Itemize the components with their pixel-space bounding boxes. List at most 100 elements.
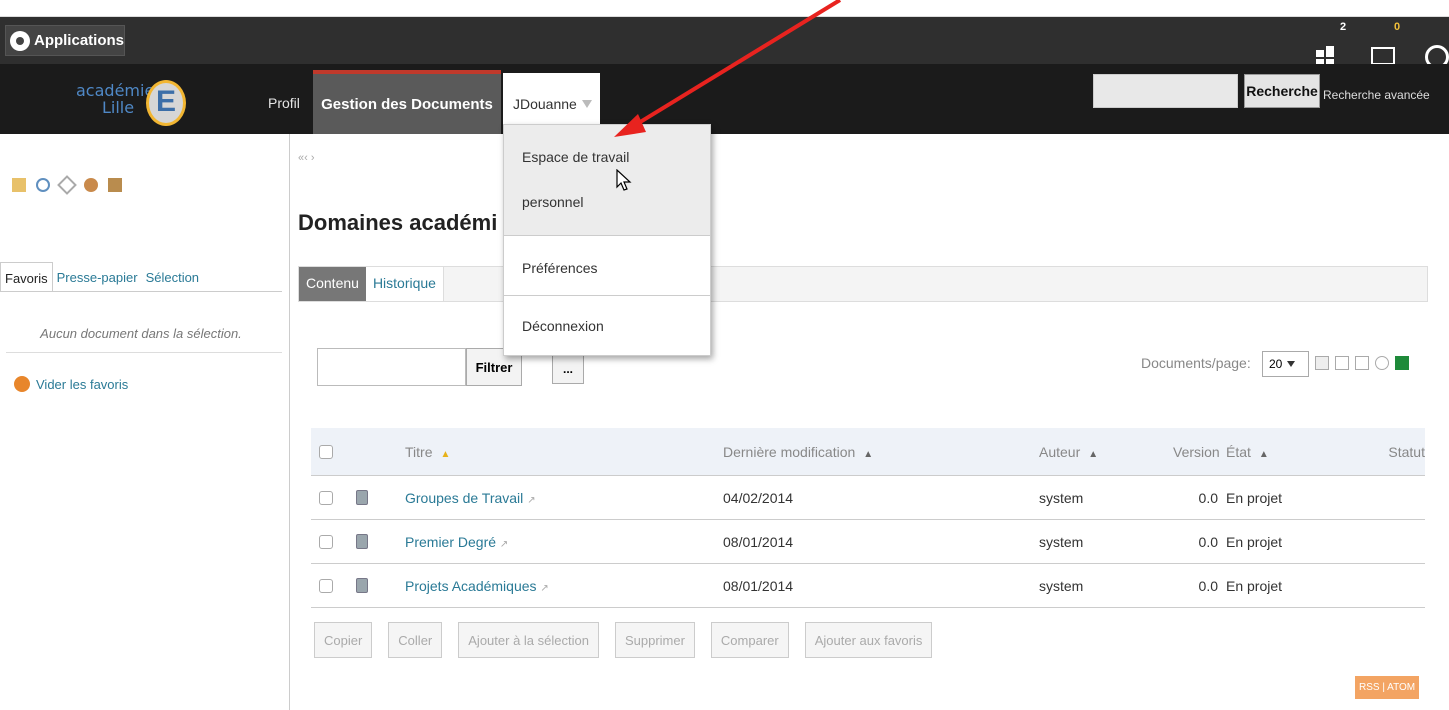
search-button[interactable]: Recherche bbox=[1244, 74, 1320, 108]
col-modification[interactable]: Dernière modification ▲ bbox=[723, 444, 1039, 460]
docs-per-page-label: Documents/page: bbox=[1141, 355, 1251, 371]
menu-item-personal-workspace[interactable]: Espace de travail personnel bbox=[504, 125, 710, 235]
row-title[interactable]: Projets Académiques ↗ bbox=[405, 578, 723, 594]
mouse-cursor-icon bbox=[616, 169, 632, 191]
col-etat[interactable]: État ▲ bbox=[1218, 444, 1326, 460]
row-state: En projet bbox=[1226, 533, 1283, 550]
advanced-search-link[interactable]: Recherche avancée bbox=[1323, 88, 1430, 102]
external-link-icon: ↗ bbox=[499, 538, 509, 550]
chevron-down-icon bbox=[1287, 361, 1296, 367]
list-view-icon[interactable] bbox=[1315, 356, 1329, 370]
rss-atom-link[interactable]: RSS | ATOM bbox=[1355, 676, 1420, 699]
row-title[interactable]: Premier Degré ↗ bbox=[405, 534, 723, 550]
sidebar: Favoris Presse-papier Sélection Aucun do… bbox=[0, 134, 290, 710]
workspaces-badge: 2 bbox=[1340, 21, 1347, 33]
paste-button[interactable]: Coller bbox=[388, 622, 443, 658]
tab-selection[interactable]: Sélection bbox=[142, 262, 203, 291]
mail-icon[interactable] bbox=[1371, 47, 1395, 65]
search-input[interactable] bbox=[1093, 74, 1238, 108]
row-author: system bbox=[1039, 533, 1084, 550]
table-row[interactable]: Projets Académiques ↗ 08/01/2014 system … bbox=[311, 564, 1425, 608]
table-row[interactable]: Groupes de Travail ↗ 04/02/2014 system 0… bbox=[311, 476, 1425, 520]
external-link-icon: ↗ bbox=[540, 582, 549, 594]
col-auteur[interactable]: Auteur ▲ bbox=[1039, 444, 1173, 460]
grid-view-icon[interactable] bbox=[1355, 356, 1369, 370]
col-version[interactable]: Version bbox=[1173, 444, 1220, 460]
copy-button[interactable]: Copier bbox=[314, 622, 373, 658]
add-to-favorites-button[interactable]: Ajouter aux favoris bbox=[804, 622, 933, 658]
docs-per-page-value: 20 bbox=[1269, 357, 1283, 371]
row-modified: 04/02/2014 bbox=[723, 489, 794, 506]
applications-label: Applications bbox=[33, 32, 124, 49]
delete-button[interactable]: Supprimer bbox=[614, 622, 695, 658]
documents-table: Titre ▲ Dernière modification ▲ Auteur ▲ Ve… bbox=[311, 428, 1425, 608]
docs-per-page-select[interactable]: 20 bbox=[1262, 351, 1309, 377]
bulk-actions: Copier Coller Ajouter à la sélection Sup… bbox=[314, 622, 933, 658]
row-version: 0.0 bbox=[1198, 489, 1218, 506]
tab-historique[interactable]: Historique bbox=[365, 267, 444, 301]
row-author: system bbox=[1039, 577, 1084, 594]
empty-selection-message: Aucun document dans la sélection. bbox=[40, 326, 242, 341]
page-title: Domaines académi bbox=[298, 210, 498, 235]
user-menu-label: JDouanne bbox=[513, 95, 577, 112]
applications-button[interactable]: Applications bbox=[5, 25, 125, 56]
row-modified: 08/01/2014 bbox=[723, 577, 794, 594]
document-icon bbox=[356, 490, 368, 505]
col-titre[interactable]: Titre ▲ bbox=[405, 444, 723, 460]
mail-badge: 0 bbox=[1394, 21, 1401, 33]
gear-icon bbox=[10, 30, 30, 51]
workspaces-icon[interactable] bbox=[1316, 44, 1336, 66]
add-to-selection-button[interactable]: Ajouter à la sélection bbox=[458, 622, 599, 658]
view-mode-icons bbox=[1315, 356, 1409, 370]
applications-bar: Applications 2 0 bbox=[0, 17, 1449, 69]
logo-letter: E bbox=[146, 80, 186, 126]
clear-favorites-icon bbox=[14, 376, 30, 392]
browser-top-strip bbox=[0, 0, 1449, 17]
row-version: 0.0 bbox=[1198, 533, 1218, 550]
tab-favoris[interactable]: Favoris bbox=[0, 262, 53, 291]
row-modified: 08/01/2014 bbox=[723, 533, 794, 550]
search-icon[interactable] bbox=[36, 178, 50, 192]
col-statut[interactable]: Statut bbox=[1326, 444, 1425, 460]
filter-input[interactable] bbox=[317, 348, 466, 386]
table-header: Titre ▲ Dernière modification ▲ Auteur ▲ Ve… bbox=[311, 428, 1425, 476]
clear-favorites-label: Vider les favoris bbox=[36, 376, 129, 392]
excel-export-icon[interactable] bbox=[1395, 356, 1409, 370]
sidebar-tabs: Favoris Presse-papier Sélection bbox=[0, 262, 282, 292]
row-checkbox[interactable] bbox=[319, 490, 333, 505]
breadcrumb[interactable]: «‹ › bbox=[298, 152, 315, 164]
sidebar-divider bbox=[6, 352, 282, 353]
document-icon bbox=[356, 578, 368, 593]
logo-text-lille: Lille bbox=[102, 98, 135, 117]
detail-view-icon[interactable] bbox=[1335, 356, 1349, 370]
row-checkbox[interactable] bbox=[319, 534, 333, 549]
browse-icon[interactable] bbox=[12, 178, 26, 192]
nav-profil[interactable]: Profil bbox=[268, 95, 300, 111]
row-author: system bbox=[1039, 489, 1084, 506]
table-row[interactable]: Premier Degré ↗ 08/01/2014 system 0.0 En… bbox=[311, 520, 1425, 564]
clear-favorites-link[interactable]: Vider les favoris bbox=[14, 376, 128, 392]
row-title[interactable]: Groupes de Travail ↗ bbox=[405, 490, 723, 506]
menu-item-preferences[interactable]: Préférences bbox=[504, 235, 710, 295]
row-checkbox[interactable] bbox=[319, 578, 333, 593]
book-icon[interactable] bbox=[108, 178, 122, 192]
main-navbar: académie Lille E Profil Gestion des Docu… bbox=[0, 64, 1449, 134]
select-all-checkbox[interactable] bbox=[319, 444, 333, 459]
nav-gestion-documents[interactable]: Gestion des Documents bbox=[313, 70, 501, 134]
users-icon[interactable] bbox=[84, 178, 98, 192]
row-state: En projet bbox=[1226, 577, 1283, 594]
tag-icon[interactable] bbox=[57, 175, 77, 195]
row-version: 0.0 bbox=[1198, 577, 1218, 594]
more-options-button[interactable]: ... bbox=[552, 354, 584, 384]
document-icon bbox=[356, 534, 368, 549]
tab-presse-papier[interactable]: Presse-papier bbox=[53, 262, 142, 291]
menu-item-logout[interactable]: Déconnexion bbox=[504, 295, 710, 351]
compare-button[interactable]: Comparer bbox=[710, 622, 789, 658]
tab-contenu[interactable]: Contenu bbox=[299, 267, 366, 301]
chevron-down-icon bbox=[581, 99, 592, 108]
content-tabs: Contenu Historique bbox=[298, 266, 1428, 302]
user-dropdown-menu: Espace de travail personnel Préférences … bbox=[503, 124, 711, 356]
refresh-icon[interactable] bbox=[1375, 356, 1389, 370]
row-state: En projet bbox=[1226, 489, 1283, 506]
academie-lille-logo[interactable]: académie Lille E bbox=[72, 78, 192, 126]
